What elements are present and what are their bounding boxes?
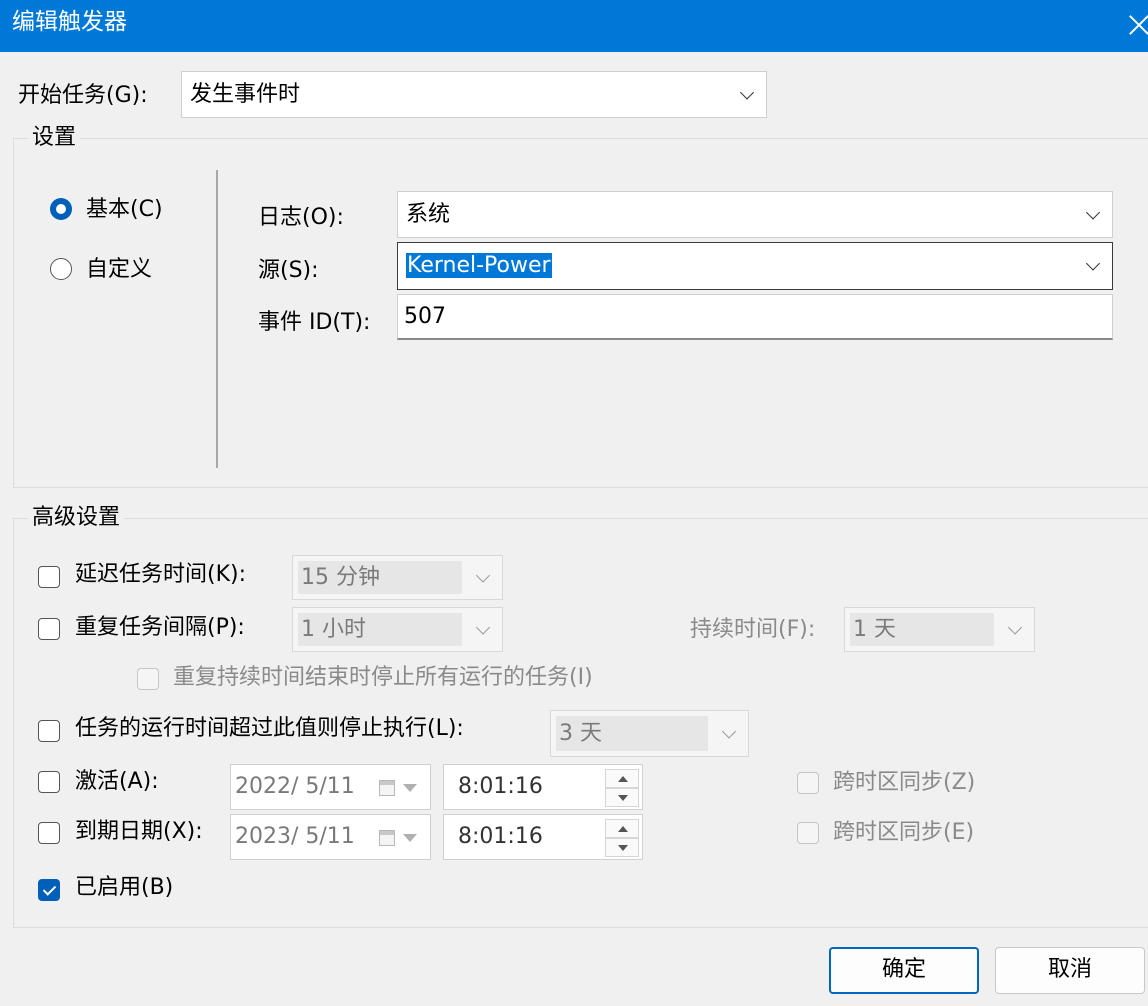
- expire-sync-checkbox[interactable]: [797, 822, 819, 844]
- repeat-select[interactable]: 1 小时: [292, 607, 503, 652]
- activate-label[interactable]: 激活(A):: [75, 767, 159, 797]
- activate-time-picker[interactable]: 8:01:16: [443, 764, 643, 810]
- custom-radio[interactable]: [50, 258, 72, 280]
- expire-date-picker[interactable]: 2023/ 5/11: [230, 814, 431, 860]
- delay-checkbox[interactable]: [38, 566, 60, 588]
- expire-label[interactable]: 到期日期(X):: [75, 817, 203, 847]
- chevron-down-icon: [1007, 619, 1023, 635]
- chevron-down-icon: [1085, 256, 1101, 271]
- settings-legend: 设置: [28, 123, 81, 153]
- enabled-label[interactable]: 已启用(B): [75, 873, 173, 903]
- event-id-label: 事件 ID(T):: [258, 310, 371, 335]
- spin-up-icon[interactable]: [605, 769, 639, 788]
- window-title: 编辑触发器: [12, 9, 127, 35]
- delay-select[interactable]: 15 分钟: [292, 555, 503, 600]
- enabled-checkbox[interactable]: [38, 879, 60, 901]
- spin-up-icon[interactable]: [605, 819, 639, 838]
- expire-time-picker[interactable]: 8:01:16: [443, 814, 643, 860]
- activate-sync-label[interactable]: 跨时区同步(Z): [833, 768, 975, 798]
- repeat-label[interactable]: 重复任务间隔(P):: [75, 613, 245, 643]
- stop-all-label[interactable]: 重复持续时间结束时停止所有运行的任务(I): [173, 663, 593, 693]
- chevron-down-icon: [739, 84, 755, 100]
- chevron-down-icon: [1085, 204, 1101, 220]
- basic-radio[interactable]: [50, 198, 72, 220]
- ok-button[interactable]: 确定: [829, 947, 979, 994]
- log-label: 日志(O):: [258, 205, 344, 230]
- duration-select[interactable]: 1 天: [844, 607, 1035, 652]
- stop-if-select[interactable]: 3 天: [550, 710, 749, 757]
- event-id-input[interactable]: 507: [397, 294, 1113, 340]
- dropdown-arrow-icon: [403, 834, 417, 842]
- stop-if-label[interactable]: 任务的运行时间超过此值则停止执行(L):: [75, 714, 464, 744]
- custom-radio-label[interactable]: 自定义: [86, 255, 152, 285]
- duration-label: 持续时间(F):: [690, 617, 816, 642]
- settings-divider: [216, 170, 218, 468]
- activate-sync-checkbox[interactable]: [797, 772, 819, 794]
- advanced-legend: 高级设置: [28, 503, 125, 533]
- activate-checkbox[interactable]: [38, 771, 60, 793]
- activate-date-picker[interactable]: 2022/ 5/11: [230, 764, 431, 810]
- delay-label[interactable]: 延迟任务时间(K):: [75, 560, 246, 590]
- calendar-icon: [379, 780, 395, 796]
- chevron-down-icon: [475, 619, 491, 635]
- cancel-button[interactable]: 取消: [995, 947, 1145, 994]
- source-label: 源(S):: [258, 258, 319, 283]
- chevron-down-icon: [721, 723, 737, 739]
- stop-all-checkbox[interactable]: [137, 668, 159, 690]
- dropdown-arrow-icon: [403, 784, 417, 792]
- begin-task-select[interactable]: 发生事件时: [181, 71, 767, 118]
- spin-down-icon[interactable]: [605, 838, 639, 857]
- expire-sync-label[interactable]: 跨时区同步(E): [833, 818, 974, 848]
- source-select[interactable]: Kernel-Power: [397, 242, 1113, 290]
- title-bar: [0, 0, 1148, 52]
- repeat-checkbox[interactable]: [38, 618, 60, 640]
- spin-down-icon[interactable]: [605, 788, 639, 807]
- calendar-icon: [379, 830, 395, 846]
- expire-checkbox[interactable]: [38, 822, 60, 844]
- begin-task-label: 开始任务(G):: [18, 83, 148, 108]
- stop-if-checkbox[interactable]: [38, 720, 60, 742]
- chevron-down-icon: [475, 567, 491, 583]
- log-select[interactable]: 系统: [397, 191, 1113, 238]
- basic-radio-label[interactable]: 基本(C): [86, 195, 163, 225]
- close-icon[interactable]: [1124, 10, 1148, 40]
